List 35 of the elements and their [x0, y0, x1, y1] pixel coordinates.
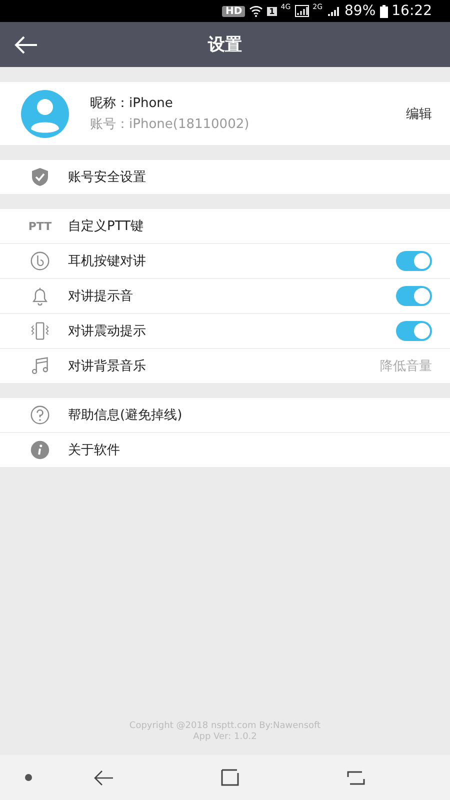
- setting-label[interactable]: 耳机按键对讲: [68, 252, 396, 270]
- setting-label[interactable]: 对讲震动提示: [68, 322, 396, 340]
- home-square-icon[interactable]: [220, 768, 240, 786]
- recent-apps-icon[interactable]: [346, 768, 366, 786]
- music-note-icon: [30, 356, 50, 376]
- info-icon: [30, 440, 50, 460]
- signal-icon: [294, 5, 309, 17]
- headphone-button-icon: [30, 251, 50, 271]
- edit-link[interactable]: 编辑: [406, 104, 432, 122]
- ptt-icon-label: PTT: [28, 220, 52, 232]
- setting-label[interactable]: 对讲背景音乐: [68, 357, 380, 375]
- nickname-text: 昵称：iPhone: [90, 95, 174, 112]
- setting-label[interactable]: 帮助信息(避免掉线): [68, 406, 432, 424]
- setting-label[interactable]: 自定义PTT键: [68, 217, 432, 235]
- battery-percent: 89%: [344, 3, 376, 19]
- page-title: 设置: [208, 35, 242, 55]
- bell-icon: [30, 286, 50, 306]
- signal-icon: [326, 5, 341, 17]
- vibration-icon: [30, 321, 50, 341]
- shield-check-icon: [30, 167, 50, 187]
- setting-value: 降低音量: [380, 358, 432, 375]
- account-text: 账号：iPhone(18110002): [90, 116, 250, 133]
- setting-label[interactable]: 关于软件: [68, 441, 432, 459]
- wifi-icon: [249, 5, 264, 17]
- back-arrow-icon[interactable]: [94, 770, 114, 786]
- setting-label[interactable]: 对讲提示音: [68, 287, 396, 305]
- toggle-switch[interactable]: [396, 321, 432, 341]
- clock: 16:22: [392, 3, 432, 19]
- dot-icon[interactable]: [25, 774, 32, 781]
- sim-badge: 1: [267, 6, 277, 16]
- toggle-switch[interactable]: [396, 286, 432, 306]
- battery-icon: [380, 4, 388, 18]
- toggle-switch[interactable]: [396, 251, 432, 271]
- hd-badge: HD: [222, 6, 246, 16]
- help-icon: [30, 405, 50, 425]
